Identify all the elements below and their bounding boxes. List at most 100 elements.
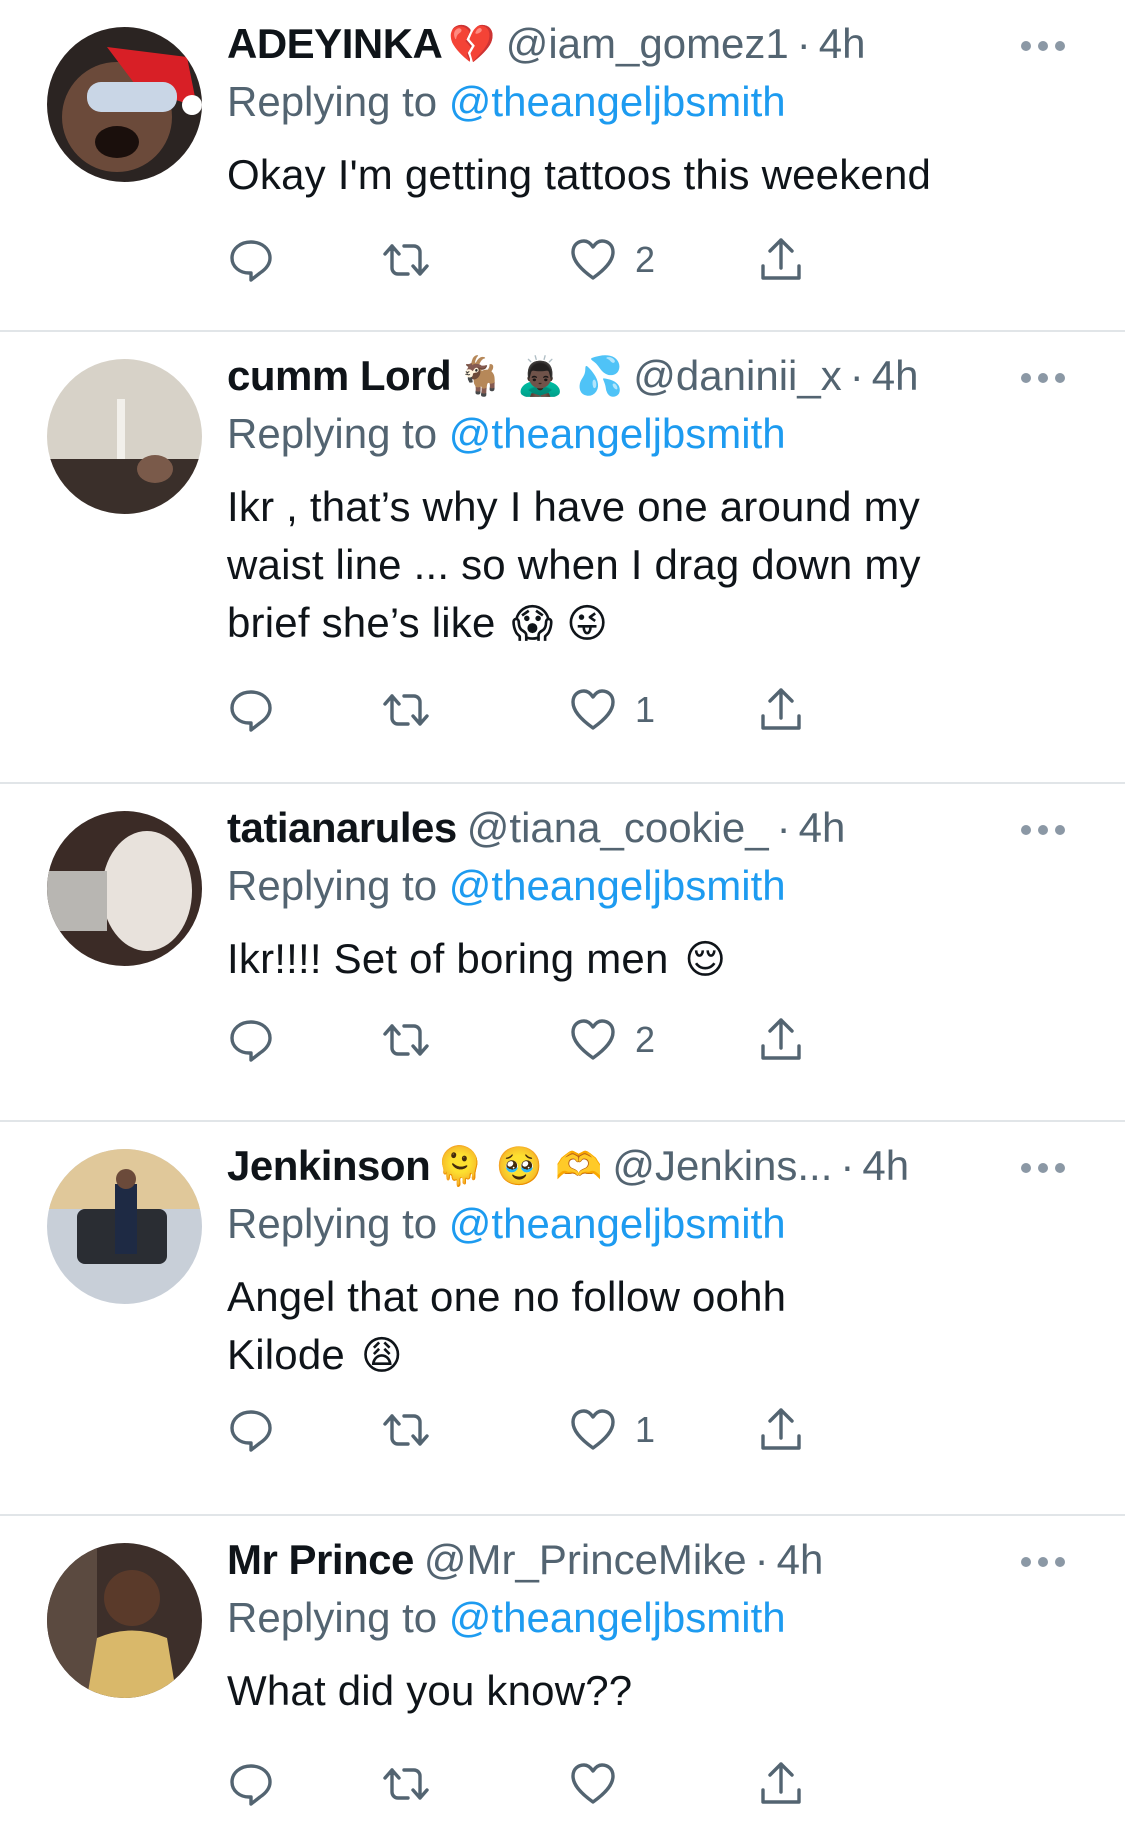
tweet[interactable]: ADEYINKA 💔 @iam_gomez1 · 4h Replying to …	[0, 0, 1125, 330]
separator: ·	[796, 20, 811, 67]
avatar[interactable]	[47, 1543, 202, 1698]
replying-to: Replying to @theangeljbsmith	[227, 858, 1065, 914]
avatar[interactable]	[47, 27, 202, 182]
like-button[interactable]	[569, 1754, 635, 1814]
replying-to-handle[interactable]: @theangeljbsmith	[449, 78, 786, 125]
reply-button[interactable]	[227, 1400, 275, 1460]
reply-icon	[230, 1020, 272, 1062]
retweet-button[interactable]	[382, 230, 430, 290]
avatar[interactable]	[47, 1149, 202, 1304]
timestamp[interactable]: 4h	[799, 802, 846, 854]
tweet-emojis: 😱 😜	[511, 601, 609, 647]
tweet-text: Angel that one no follow oohh Kilode 😩	[227, 1268, 867, 1385]
tweet-body: What did you know??	[227, 1667, 633, 1714]
heart-icon	[571, 1763, 615, 1804]
share-icon	[761, 1018, 801, 1060]
avatar[interactable]	[47, 811, 202, 966]
name-emojis: 🐐 🙇🏿‍♂️ 💦	[457, 354, 624, 398]
share-button[interactable]	[757, 230, 805, 290]
avatar-image	[47, 1543, 202, 1698]
tweet[interactable]: tatianarules @tiana_cookie_ · 4h Replyin…	[0, 784, 1125, 1120]
display-name[interactable]: cumm Lord	[227, 350, 452, 402]
replying-prefix: Replying to	[227, 1200, 438, 1247]
reply-button[interactable]	[227, 1010, 275, 1070]
reply-icon	[230, 690, 272, 732]
tweet[interactable]: Jenkinson 🫠 🥹 🫶 @Jenkins... · 4h Replyin…	[0, 1122, 1125, 1514]
timestamp[interactable]: 4h	[872, 350, 919, 402]
separator: ·	[840, 1142, 855, 1189]
share-button[interactable]	[757, 1010, 805, 1070]
replying-to: Replying to @theangeljbsmith	[227, 74, 1065, 130]
replying-prefix: Replying to	[227, 862, 438, 909]
avatar-image	[47, 359, 202, 514]
retweet-button[interactable]	[382, 680, 430, 740]
action-bar: 1	[227, 680, 927, 740]
like-button[interactable]: 1	[569, 1400, 655, 1460]
avatar[interactable]	[47, 359, 202, 514]
retweet-icon	[383, 1768, 429, 1800]
share-icon	[761, 1408, 801, 1450]
tweet-body: Okay I'm getting tattoos this weekend	[227, 151, 932, 198]
replying-to-handle[interactable]: @theangeljbsmith	[449, 1200, 786, 1247]
reply-icon	[230, 240, 272, 282]
more-options-icon[interactable]	[1021, 370, 1065, 386]
share-icon	[761, 688, 801, 730]
like-count: 2	[635, 1019, 656, 1060]
retweet-button[interactable]	[382, 1754, 430, 1814]
more-options-icon[interactable]	[1021, 38, 1065, 54]
user-handle[interactable]: @Mr_PrinceMike	[424, 1534, 747, 1586]
tweet-text: What did you know??	[227, 1662, 1065, 1720]
replying-prefix: Replying to	[227, 410, 438, 457]
tweet-body: Angel that one no follow oohh Kilode	[227, 1273, 787, 1378]
reply-button[interactable]	[227, 1754, 275, 1814]
user-handle[interactable]: @daninii_x	[633, 350, 841, 402]
like-button[interactable]: 1	[569, 680, 655, 740]
timestamp[interactable]: 4h	[777, 1534, 824, 1586]
name-emojis: 💔	[448, 22, 496, 66]
timestamp[interactable]: 4h	[819, 18, 866, 70]
reply-button[interactable]	[227, 230, 275, 290]
replying-prefix: Replying to	[227, 1594, 438, 1641]
tweet[interactable]: cumm Lord 🐐 🙇🏿‍♂️ 💦 @daninii_x · 4h Repl…	[0, 332, 1125, 782]
separator: ·	[776, 804, 791, 851]
tweet-text: Ikr , that’s why I have one around my wa…	[227, 478, 1007, 653]
heart-icon	[571, 689, 615, 730]
display-name[interactable]: Jenkinson	[227, 1140, 431, 1192]
tweet-emojis: 😩	[360, 1333, 403, 1379]
action-bar: 1	[227, 1400, 927, 1460]
share-button[interactable]	[757, 1400, 805, 1460]
reply-icon	[230, 1410, 272, 1452]
retweet-icon	[383, 244, 429, 276]
replying-to-handle[interactable]: @theangeljbsmith	[449, 862, 786, 909]
retweet-button[interactable]	[382, 1400, 430, 1460]
display-name[interactable]: tatianarules	[227, 802, 457, 854]
like-button[interactable]: 2	[569, 230, 655, 290]
share-button[interactable]	[757, 1754, 805, 1814]
like-count: 1	[635, 689, 656, 730]
replying-to-handle[interactable]: @theangeljbsmith	[449, 410, 786, 457]
timestamp[interactable]: 4h	[862, 1140, 909, 1192]
avatar-image	[47, 811, 202, 966]
more-options-icon[interactable]	[1021, 1554, 1065, 1570]
more-options-icon[interactable]	[1021, 822, 1065, 838]
heart-icon	[571, 1019, 615, 1060]
replying-to: Replying to @theangeljbsmith	[227, 406, 1065, 462]
user-handle[interactable]: @tiana_cookie_	[467, 802, 769, 854]
replying-to: Replying to @theangeljbsmith	[227, 1590, 1065, 1646]
more-options-icon[interactable]	[1021, 1160, 1065, 1176]
retweet-icon	[383, 1024, 429, 1056]
reply-button[interactable]	[227, 680, 275, 740]
display-name[interactable]: ADEYINKA	[227, 18, 443, 70]
share-button[interactable]	[757, 680, 805, 740]
retweet-button[interactable]	[382, 1010, 430, 1070]
like-button[interactable]: 2	[569, 1010, 655, 1070]
share-icon	[761, 238, 801, 280]
tweet[interactable]: Mr Prince @Mr_PrinceMike · 4h Replying t…	[0, 1516, 1125, 1829]
name-emojis: 🫠 🥹 🫶	[436, 1144, 603, 1188]
separator: ·	[754, 1536, 769, 1583]
replying-to-handle[interactable]: @theangeljbsmith	[449, 1594, 786, 1641]
replying-to: Replying to @theangeljbsmith	[227, 1196, 1065, 1252]
user-handle[interactable]: @iam_gomez1	[506, 18, 789, 70]
user-handle[interactable]: @Jenkins...	[612, 1140, 832, 1192]
display-name[interactable]: Mr Prince	[227, 1534, 414, 1586]
